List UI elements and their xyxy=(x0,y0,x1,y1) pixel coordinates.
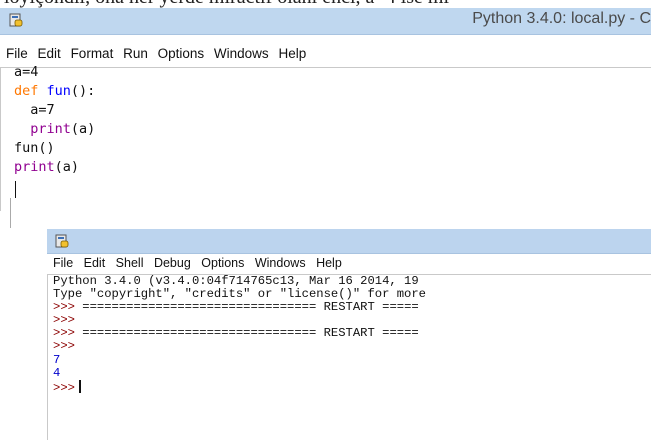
menu-format[interactable]: Format xyxy=(71,46,114,61)
shell-output-value: 7 xyxy=(53,352,61,367)
shell-input-line[interactable]: >>> xyxy=(53,379,426,395)
code-line-4: print(a) xyxy=(14,120,95,139)
shell-prompt: >>> xyxy=(53,300,75,315)
shell-prompt: >>> xyxy=(53,313,75,328)
editor-text-area[interactable] xyxy=(0,67,651,211)
code-block: a=4 def fun(): a=7 print(a) fun() print(… xyxy=(14,63,95,177)
code-line-4-rest: (a) xyxy=(70,121,96,137)
editor-title-bar[interactable]: Python 3.4.0: local.py - C xyxy=(0,8,651,35)
shell-window: File Edit Shell Debug Options Windows He… xyxy=(47,229,651,440)
shell-menu-file[interactable]: File xyxy=(53,256,73,270)
shell-menu-help[interactable]: Help xyxy=(316,256,342,270)
code-line-2-rest: (): xyxy=(70,83,96,99)
background-document-text: loyiçondii, ona hër yerde miractif olanı… xyxy=(0,0,651,8)
shell-prompt: >>> xyxy=(53,339,75,354)
shell-prompt: >>> xyxy=(53,380,75,395)
shell-title-bar[interactable] xyxy=(47,229,651,254)
shell-menu-options[interactable]: Options xyxy=(201,256,244,270)
editor-window: Python 3.4.0: local.py - C File Edit For… xyxy=(0,8,651,211)
menu-edit[interactable]: Edit xyxy=(38,46,61,61)
python-idle-icon xyxy=(55,234,69,248)
menu-options[interactable]: Options xyxy=(158,46,205,61)
keyword-def: def xyxy=(14,83,39,99)
shell-menu-shell[interactable]: Shell xyxy=(116,256,144,270)
shell-prompt: >>> xyxy=(53,326,75,341)
code-line-1: a=4 xyxy=(14,64,39,80)
shell-restart-line: >>> ================================ RES… xyxy=(53,327,426,340)
code-line-6: print(a) xyxy=(14,158,95,177)
menu-help[interactable]: Help xyxy=(278,46,306,61)
restart-text: ================================ RESTART… xyxy=(74,326,419,341)
editor-menu-bar: File Edit Format Run Options Windows Hel… xyxy=(0,46,307,64)
code-line-2: def fun(): xyxy=(14,82,95,101)
restart-text: ================================ RESTART… xyxy=(74,300,419,315)
function-name: fun xyxy=(46,83,71,99)
window-edge xyxy=(10,198,11,228)
shell-menu-windows[interactable]: Windows xyxy=(255,256,306,270)
shell-prompt-line: >>> xyxy=(53,340,426,353)
code-line-6-rest: (a) xyxy=(54,159,80,175)
shell-menu-debug[interactable]: Debug xyxy=(154,256,191,270)
shell-cursor xyxy=(78,379,81,393)
shell-menu-bar: File Edit Shell Debug Options Windows He… xyxy=(53,256,349,270)
menu-file[interactable]: File xyxy=(6,46,28,61)
builtin-print: print xyxy=(30,121,71,137)
menu-windows[interactable]: Windows xyxy=(214,46,269,61)
menu-run[interactable]: Run xyxy=(123,46,148,61)
shell-restart-line: >>> ================================ RES… xyxy=(53,301,426,314)
text-cursor xyxy=(15,181,16,198)
shell-output: Python 3.4.0 (v3.4.0:04f714765c13, Mar 1… xyxy=(53,274,426,395)
code-line-5: fun() xyxy=(14,140,55,156)
shell-menu-edit[interactable]: Edit xyxy=(84,256,106,270)
python-idle-icon xyxy=(9,13,23,27)
shell-output-value: 4 xyxy=(53,365,61,380)
code-line-3: a=7 xyxy=(14,102,55,118)
editor-window-title: Python 3.4.0: local.py - C xyxy=(472,10,651,27)
builtin-print: print xyxy=(14,159,55,175)
